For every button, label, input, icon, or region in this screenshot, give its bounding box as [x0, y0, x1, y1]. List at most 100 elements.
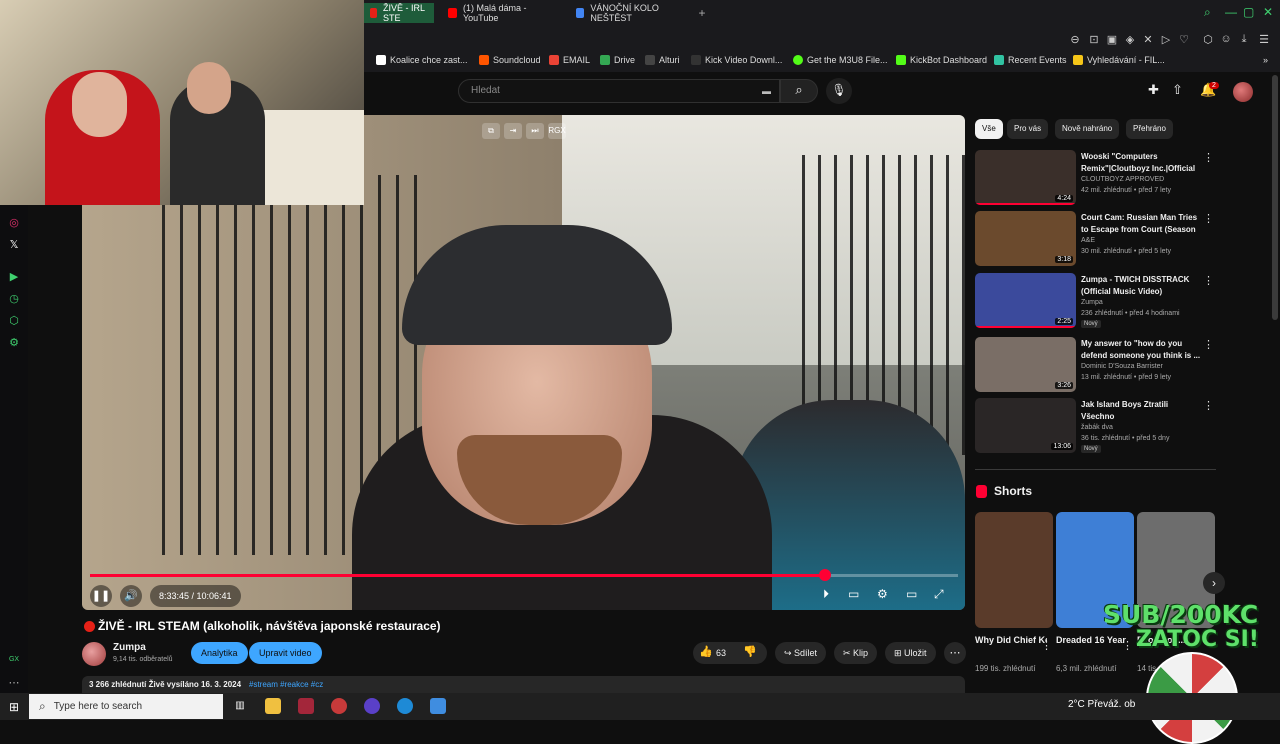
miniplayer-icon[interactable]: ⧉	[482, 123, 500, 139]
recommendation-channel[interactable]: žabák dva	[1081, 424, 1113, 431]
tab-christmas-wheel[interactable]: VÁNOČNÍ KOLO NEŠTĚST	[568, 3, 692, 23]
upload-icon[interactable]: ⇧	[1172, 82, 1183, 98]
autoplay-toggle[interactable]: ⏵	[823, 587, 829, 602]
bookmark-item[interactable]: Vyhledávání - FIL...	[1073, 55, 1165, 65]
video-thumbnail[interactable]: 13:06	[975, 398, 1076, 453]
scrollbar[interactable]	[1272, 75, 1278, 320]
zoom-icon[interactable]: ⊖	[1068, 33, 1082, 46]
kebab-menu-icon[interactable]: ⋮	[1203, 399, 1214, 412]
play-icon[interactable]: ▷	[1159, 33, 1173, 46]
search-input[interactable]: Hledat	[458, 79, 780, 103]
instagram-icon[interactable]: ◎	[7, 216, 21, 230]
recommendation-card[interactable]: 2:25 Zumpa - TWICH DISSTRACK (Official Mu…	[975, 273, 1220, 331]
translate-icon[interactable]: ✕	[1141, 33, 1155, 46]
clip-button[interactable]: ✂ Klip	[834, 642, 878, 664]
video-thumbnail[interactable]: 3:18	[975, 211, 1076, 266]
new-tab-button[interactable]: +	[694, 3, 710, 23]
recommendation-title[interactable]: Court Cam: Russian Man Tries to Escape f…	[1081, 212, 1203, 236]
settings-icon[interactable]: ⚙	[877, 587, 888, 601]
tab-live-stream[interactable]: ŽIVĚ - IRL STE	[362, 3, 434, 23]
heart-icon[interactable]: ♡	[1177, 33, 1191, 46]
video-thumbnail[interactable]: 2:25	[975, 273, 1076, 328]
recommendation-card[interactable]: 4:24 Wooski "Computers Remix"|Cloutboyz I…	[975, 150, 1220, 208]
thumbs-down-icon[interactable]: 👎	[743, 645, 757, 658]
short-title[interactable]: Dreaded 16 Year Old ...	[1056, 634, 1128, 646]
kebab-menu-icon[interactable]: ⋮	[1122, 639, 1133, 652]
bookmark-item[interactable]: Soundcloud	[479, 55, 541, 65]
tab-youtube[interactable]: (1) Malá dáma - YouTube	[440, 3, 562, 23]
bookmark-item[interactable]: Get the M3U8 File...	[793, 55, 888, 65]
profile-icon[interactable]: ☺	[1219, 33, 1233, 45]
avatar[interactable]	[1233, 82, 1253, 102]
edge-icon[interactable]	[397, 698, 413, 714]
save-button[interactable]: ⊞ Uložit	[885, 642, 936, 664]
download-icon[interactable]: ⤓	[1237, 33, 1251, 46]
skip-icon[interactable]: ⏭	[526, 123, 544, 139]
recommendation-channel[interactable]: Dominic D'Souza Barrister	[1081, 363, 1163, 370]
chip-recently-uploaded[interactable]: Nově nahráno	[1055, 119, 1120, 139]
player-icon[interactable]: ▶	[7, 270, 21, 284]
share-button[interactable]: ↪ Sdílet	[775, 642, 827, 664]
pip-icon[interactable]: ⇥	[504, 123, 522, 139]
short-title[interactable]: Why Did Chief Keef ...	[975, 634, 1047, 646]
fullscreen-icon[interactable]: ⤢	[934, 587, 944, 602]
bookmark-item[interactable]: EMAIL	[549, 55, 590, 65]
bookmark-item[interactable]: Drive	[600, 55, 635, 65]
chip-watched[interactable]: Přehráno	[1126, 119, 1173, 139]
bookmark-item[interactable]: Recent Events	[994, 55, 1067, 65]
extensions-icon[interactable]: ⬡	[7, 314, 21, 328]
history-icon[interactable]: ◷	[7, 292, 21, 306]
recommendation-title[interactable]: Zumpa - TWICH DISSTRACK (Official Music …	[1081, 274, 1203, 298]
analytics-button[interactable]: Analytika	[191, 642, 248, 664]
more-icon[interactable]: ⋯	[7, 676, 21, 690]
kebab-menu-icon[interactable]: ⋮	[1203, 338, 1214, 351]
bookmark-item[interactable]: KickBot Dashboard	[896, 55, 987, 65]
kebab-menu-icon[interactable]: ⋮	[1203, 274, 1214, 287]
x-twitter-icon[interactable]: 𝕏	[7, 238, 21, 252]
more-actions-button[interactable]: ⋯	[944, 642, 966, 664]
menu-icon[interactable]: ☰	[1257, 33, 1271, 46]
bookmark-item[interactable]: Kick Video Downl...	[691, 55, 782, 65]
recommendation-channel[interactable]: A&E	[1081, 237, 1095, 244]
chevron-right-icon[interactable]: »	[1263, 55, 1268, 65]
recommendation-channel[interactable]: Zumpa	[1081, 299, 1103, 306]
video-thumbnail[interactable]: 4:24	[975, 150, 1076, 205]
short-thumbnail[interactable]	[975, 512, 1053, 628]
search-button[interactable]: ⌕	[780, 79, 818, 103]
bookmark-icon[interactable]: ⊡	[1087, 33, 1101, 46]
hashtags[interactable]: #stream #reakce #cz	[249, 680, 323, 689]
recommendation-card[interactable]: 3:26 My answer to "how do you defend some…	[975, 337, 1220, 395]
subtitles-icon[interactable]: ▭	[848, 587, 859, 601]
bookmark-item[interactable]: Alturi	[645, 55, 680, 65]
recommendation-title[interactable]: Jak Island Boys Ztratili Všechno	[1081, 399, 1203, 423]
rgx-icon[interactable]: RGX	[548, 123, 566, 139]
bookmark-item[interactable]: Koalice chce zast...	[376, 55, 468, 65]
theater-mode-icon[interactable]: ▭	[906, 587, 917, 601]
create-icon[interactable]: ✚	[1148, 82, 1159, 98]
recommendation-title[interactable]: Wooski "Computers Remix"|Cloutboyz Inc.|…	[1081, 151, 1203, 175]
pause-button[interactable]: ❚❚	[90, 585, 112, 607]
video-thumbnail[interactable]: 3:26	[975, 337, 1076, 392]
chip-for-you[interactable]: Pro vás	[1007, 119, 1049, 139]
shield-icon[interactable]: ◈	[1123, 33, 1137, 46]
kebab-menu-icon[interactable]: ⋮	[1203, 151, 1214, 164]
keyboard-icon[interactable]: ▬	[762, 86, 771, 96]
close-icon[interactable]: ✕	[1263, 5, 1273, 19]
opera-gx-icon[interactable]	[298, 698, 314, 714]
minimize-icon[interactable]: —	[1225, 5, 1237, 19]
gx-icon[interactable]: GX	[7, 656, 21, 670]
kebab-menu-icon[interactable]: ⋮	[1041, 639, 1052, 652]
volume-button[interactable]: 🔊	[120, 585, 142, 607]
chip-all[interactable]: Vše	[975, 119, 1003, 139]
app-icon[interactable]	[364, 698, 380, 714]
taskbar-search[interactable]: ⌕ Type here to search	[29, 694, 223, 719]
windows-start-icon[interactable]: ⊞	[9, 700, 19, 714]
settings-icon[interactable]: ⚙	[7, 336, 21, 350]
recommendation-title[interactable]: My answer to "how do you defend someone …	[1081, 338, 1203, 362]
channel-avatar[interactable]	[82, 642, 106, 666]
recommendation-card[interactable]: 3:18 Court Cam: Russian Man Tries to Esca…	[975, 211, 1220, 269]
app-icon[interactable]	[331, 698, 347, 714]
voice-search-button[interactable]: 🎙	[826, 78, 852, 104]
screenshot-icon[interactable]: ▣	[1105, 33, 1119, 46]
thumbs-up-icon[interactable]: 👍	[699, 645, 713, 658]
